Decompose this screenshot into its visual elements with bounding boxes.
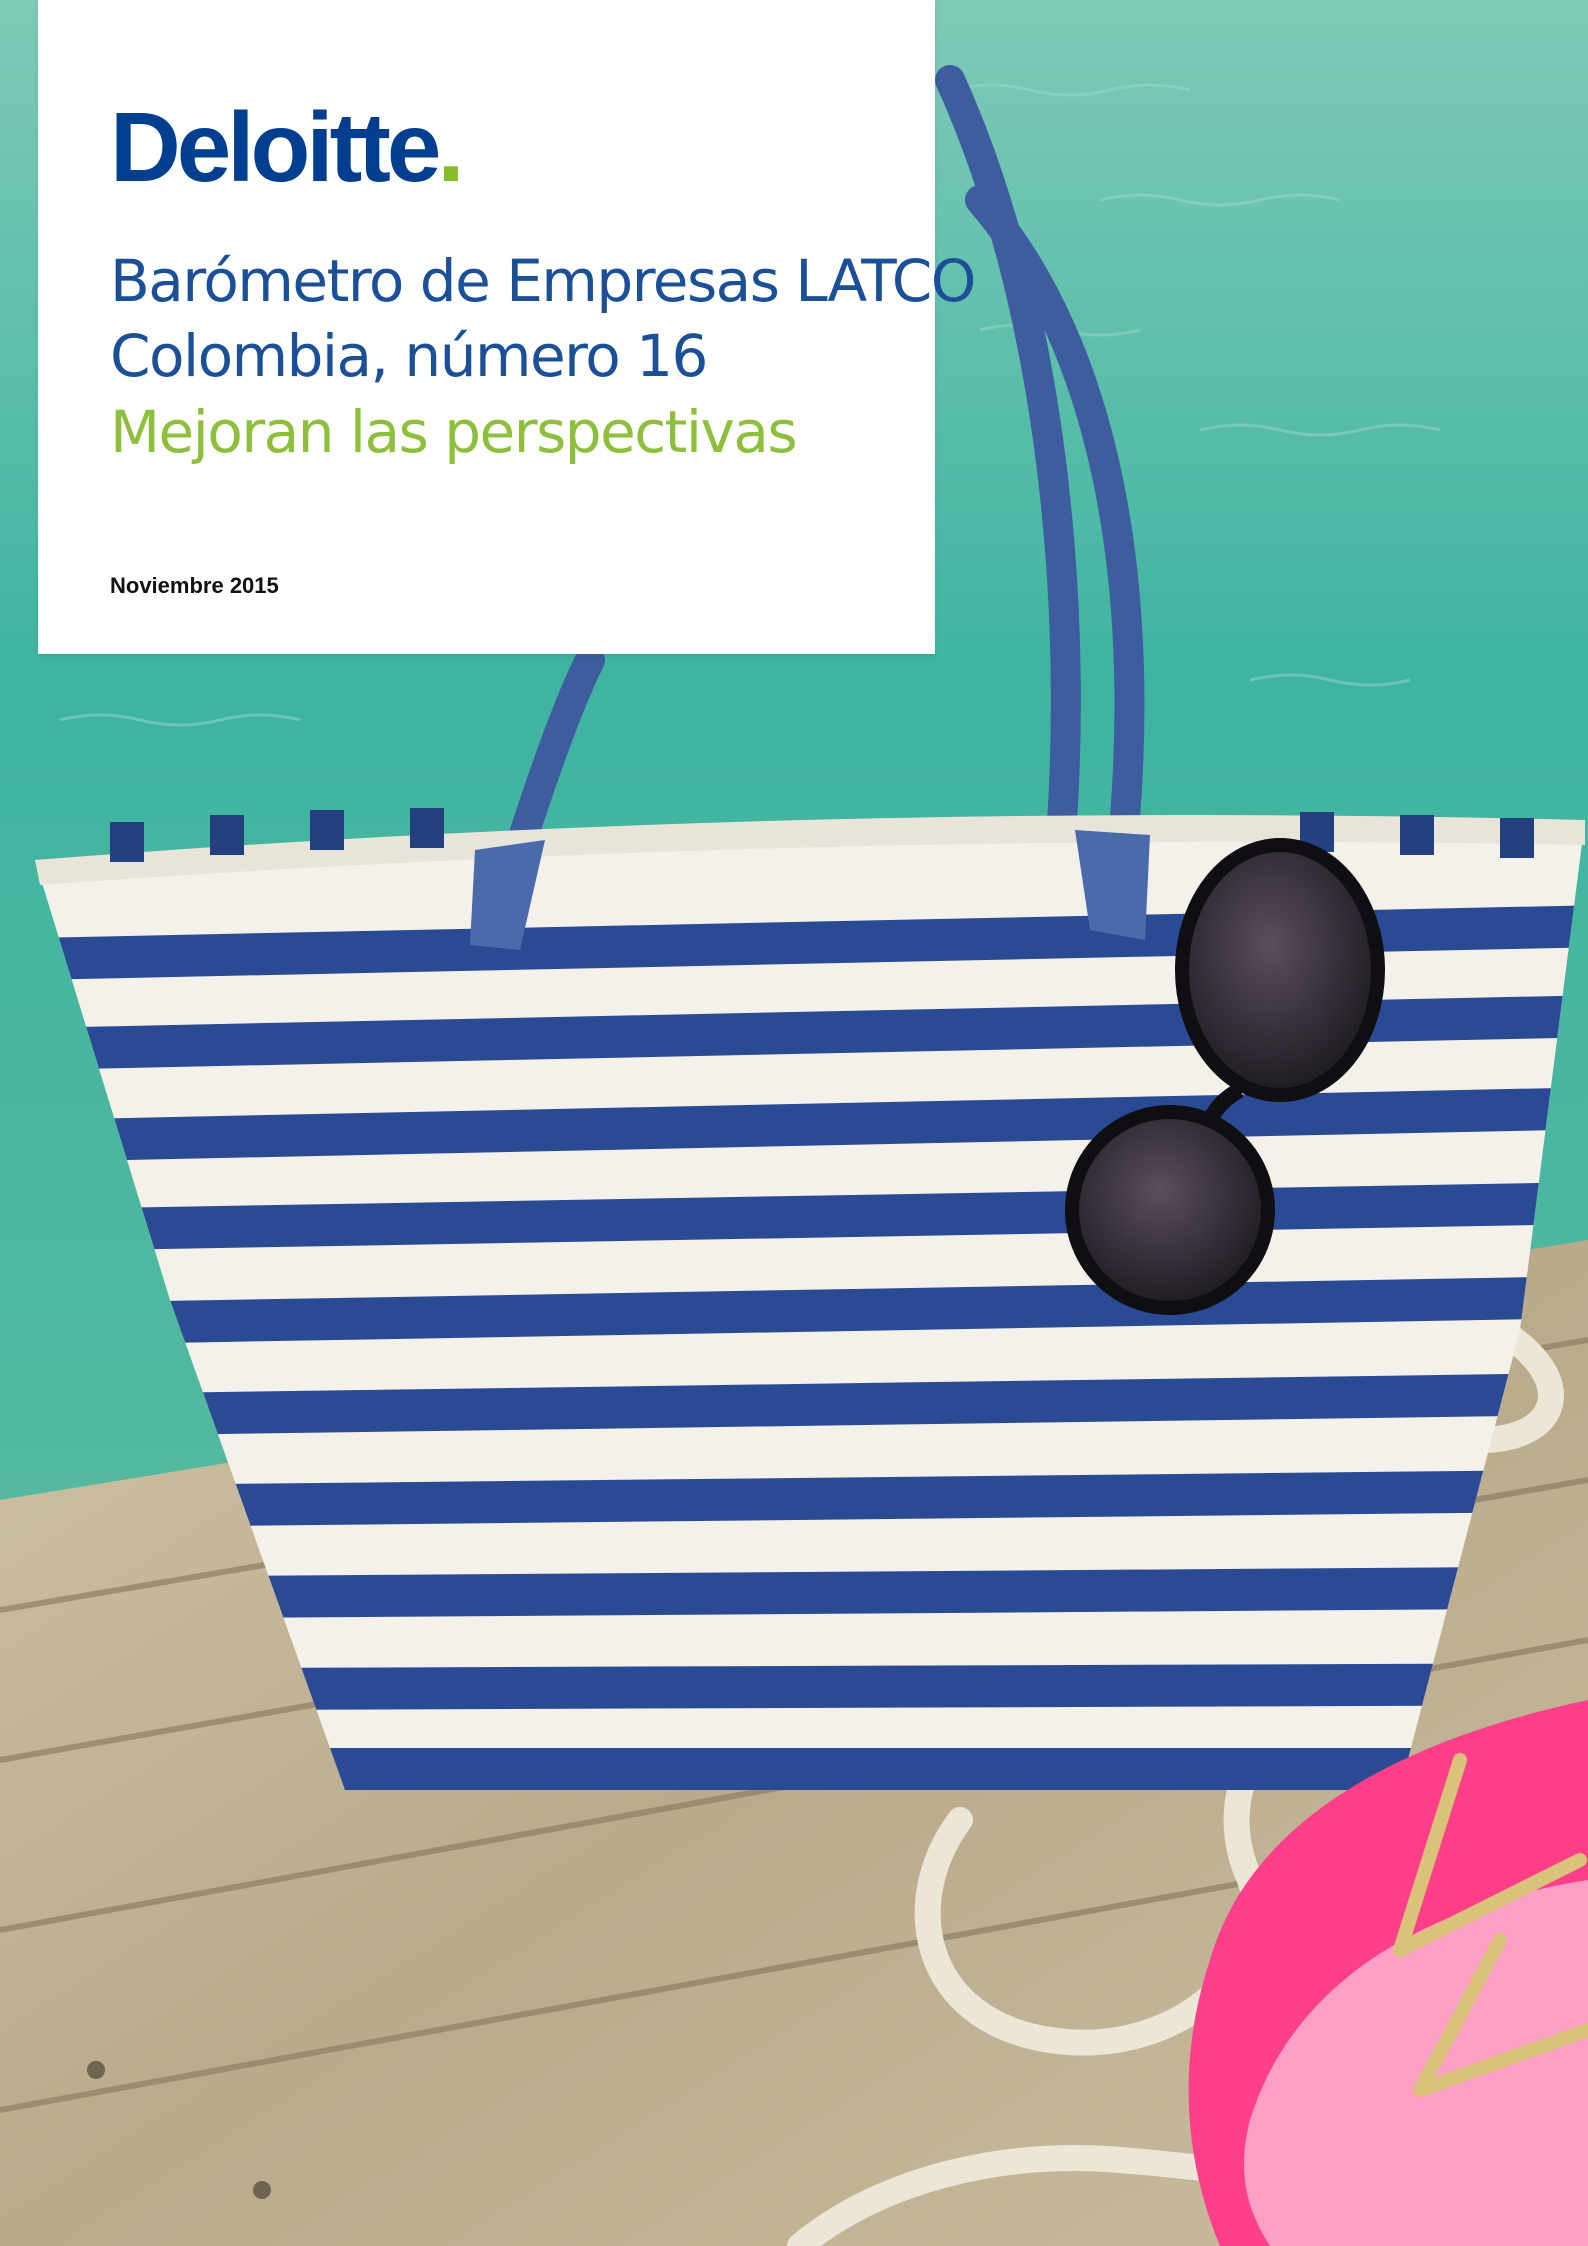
logo-dot: . — [437, 92, 464, 202]
dock-nail — [87, 2061, 105, 2079]
deloitte-logo: Deloitte. — [110, 98, 465, 196]
logo-wordmark: Deloitte — [110, 92, 441, 202]
report-title-line-2: Colombia, número 16 — [110, 322, 708, 390]
publication-date: Noviembre 2015 — [110, 573, 279, 598]
report-subtitle: Mejoran las perspectivas — [110, 398, 798, 466]
dock-nail — [253, 2181, 271, 2199]
report-title-line-1: Barómetro de Empresas LATCO — [110, 247, 976, 315]
title-card: Deloitte. Barómetro de Empresas LATCO Co… — [38, 0, 976, 654]
